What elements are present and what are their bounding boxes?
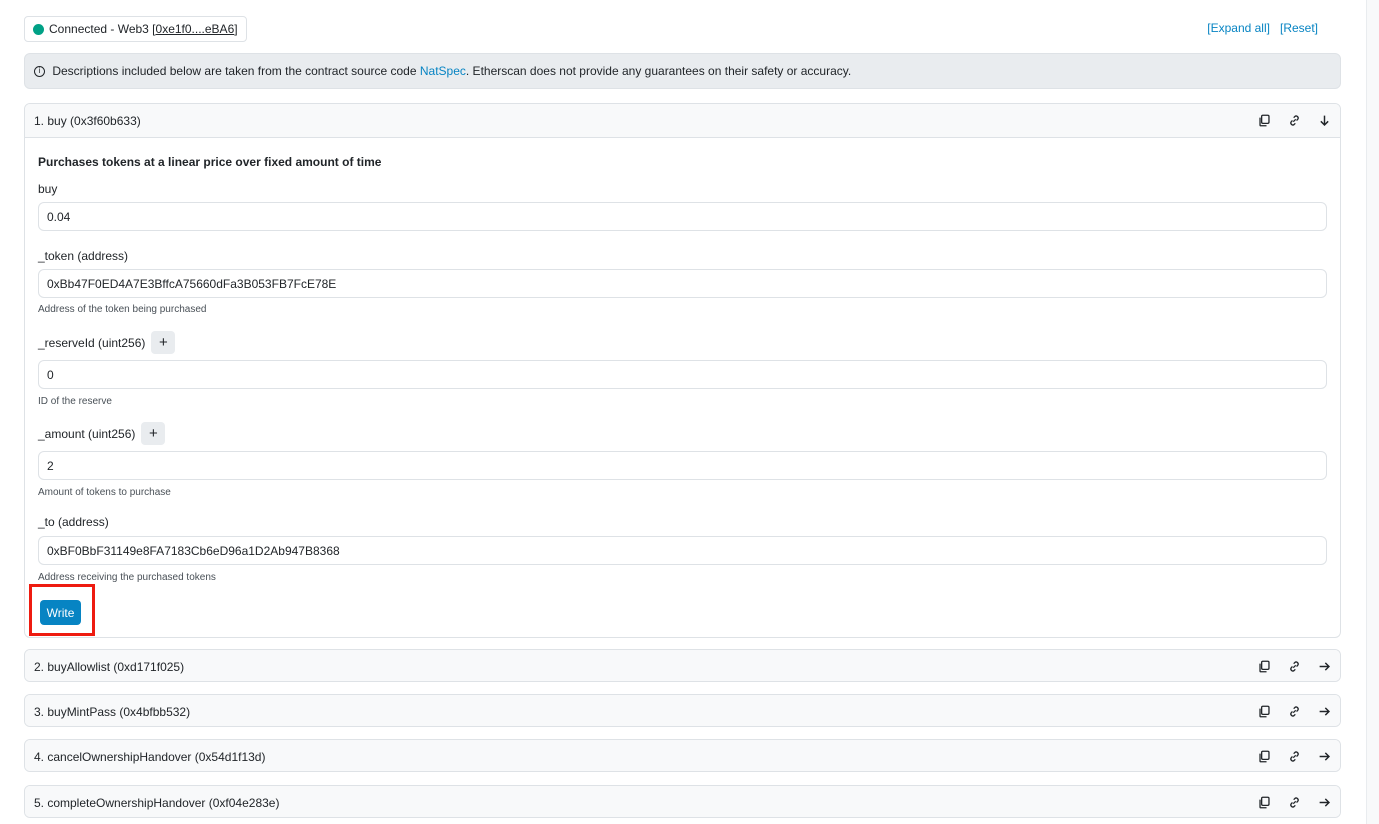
param-hint-to: Address receiving the purchased tokens (38, 572, 216, 583)
link-icon[interactable] (1286, 704, 1302, 720)
param-hint-token: Address of the token being purchased (38, 304, 207, 315)
banner-text-after: . Etherscan does not provide any guarant… (465, 64, 852, 78)
link-icon[interactable] (1286, 113, 1302, 129)
function-card-completeownershiphandover: 5. completeOwnershipHandover (0xf04e283e… (24, 785, 1341, 818)
add-zeros-button[interactable]: + (151, 331, 176, 354)
function-header-buyallowlist[interactable]: 2. buyAllowlist (0xd171f025) (25, 650, 1340, 681)
copy-icon[interactable] (1256, 659, 1272, 675)
link-icon[interactable] (1286, 659, 1302, 675)
param-label-amount: _amount (uint256) + (38, 422, 166, 445)
copy-icon[interactable] (1256, 749, 1272, 765)
info-icon: i (34, 65, 45, 77)
function-description: Purchases tokens at a linear price over … (38, 155, 382, 169)
add-zeros-button[interactable]: + (141, 422, 166, 445)
function-body-buy: Purchases tokens at a linear price over … (25, 137, 1340, 637)
copy-icon[interactable] (1256, 704, 1272, 720)
function-header-cancelownershiphandover[interactable]: 4. cancelOwnershipHandover (0x54d1f13d) (25, 740, 1340, 771)
function-title: 5. completeOwnershipHandover (0xf04e283e… (34, 795, 280, 810)
function-header-completeownershiphandover[interactable]: 5. completeOwnershipHandover (0xf04e283e… (25, 786, 1340, 817)
arrow-right-icon[interactable] (1316, 795, 1332, 811)
function-card-cancelownershiphandover: 4. cancelOwnershipHandover (0x54d1f13d) (24, 739, 1341, 772)
reset-link[interactable]: [Reset] (1280, 21, 1318, 35)
function-title: 1. buy (0x3f60b633) (34, 113, 141, 128)
function-card-buyallowlist: 2. buyAllowlist (0xd171f025) (24, 649, 1341, 682)
param-input-token[interactable]: 0xBb47F0ED4A7E3BffcA75660dFa3B053FB7FcE7… (38, 269, 1327, 298)
function-card-buymintpass: 3. buyMintPass (0x4bfbb532) (24, 694, 1341, 727)
function-card-buy: 1. buy (0x3f60b633) Purchases tokens at … (24, 103, 1341, 638)
param-hint-reserveid: ID of the reserve (38, 396, 112, 407)
copy-icon[interactable] (1256, 113, 1272, 129)
param-label-to: _to (address) (38, 515, 109, 529)
copy-icon[interactable] (1256, 795, 1272, 811)
param-input-amount[interactable]: 2 (38, 451, 1327, 480)
connected-dot-icon (33, 23, 44, 35)
arrow-down-icon[interactable] (1316, 113, 1332, 129)
payable-label: buy (38, 182, 58, 196)
param-label-token: _token (address) (38, 249, 129, 263)
banner-text-before: Descriptions included below are taken fr… (49, 64, 420, 78)
expand-all-link[interactable]: [Expand all] (1207, 21, 1270, 35)
natspec-banner: i Descriptions included below are taken … (24, 53, 1341, 89)
param-label-reserveid: _reserveId (uint256) + (38, 331, 176, 354)
function-title: 3. buyMintPass (0x4bfbb532) (34, 704, 191, 719)
param-hint-amount: Amount of tokens to purchase (38, 487, 171, 498)
function-header-buy[interactable]: 1. buy (0x3f60b633) (25, 104, 1340, 137)
connected-prefix: Connected - Web3 [ (49, 22, 156, 36)
top-links: [Expand all] [Reset] (1207, 21, 1318, 35)
param-input-to[interactable]: 0xBF0BbF31149e8FA7183Cb6eD96a1D2Ab947B83… (38, 536, 1327, 565)
connected-suffix: ] (234, 22, 238, 36)
natspec-link[interactable]: NatSpec (420, 64, 466, 78)
link-icon[interactable] (1286, 795, 1302, 811)
arrow-right-icon[interactable] (1316, 659, 1332, 675)
function-header-buymintpass[interactable]: 3. buyMintPass (0x4bfbb532) (25, 695, 1340, 726)
connected-address[interactable]: 0xe1f0....eBA6 (156, 22, 235, 36)
arrow-right-icon[interactable] (1316, 704, 1332, 720)
function-title: 2. buyAllowlist (0xd171f025) (34, 659, 185, 674)
param-input-reserveid[interactable]: 0 (38, 360, 1327, 389)
connected-status[interactable]: Connected - Web3 [0xe1f0....eBA6] (24, 16, 247, 42)
write-highlight-box (29, 584, 95, 636)
scrollbar-track[interactable] (1366, 0, 1379, 824)
link-icon[interactable] (1286, 749, 1302, 765)
function-title: 4. cancelOwnershipHandover (0x54d1f13d) (34, 749, 266, 764)
payable-amount-input[interactable]: 0.04 (38, 202, 1327, 231)
arrow-right-icon[interactable] (1316, 749, 1332, 765)
page: Connected - Web3 [0xe1f0....eBA6] [Expan… (0, 0, 1366, 824)
